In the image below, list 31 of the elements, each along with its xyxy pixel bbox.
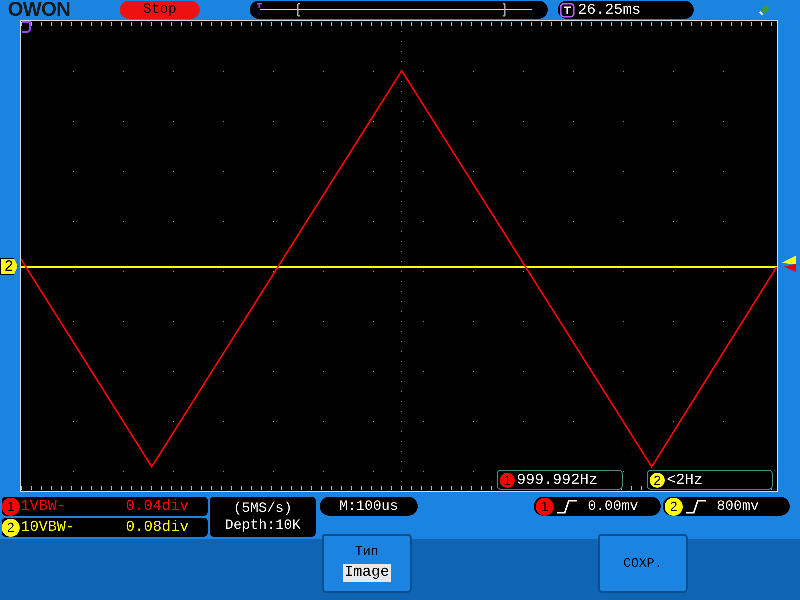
channel-badge: 1 bbox=[536, 498, 554, 516]
rising-edge-icon bbox=[685, 500, 707, 514]
channel-badge: 1 bbox=[2, 498, 20, 516]
memory-depth: Depth:10K bbox=[225, 518, 301, 532]
trigger-time: 26.25ms bbox=[578, 2, 642, 18]
sample-rate: (5MS/s) bbox=[234, 502, 292, 516]
timebase-readout: M:100us bbox=[320, 497, 418, 516]
channel-badge: 2 bbox=[665, 498, 683, 516]
trigger-level: 800mv bbox=[717, 500, 760, 514]
menu-option-label: Тип bbox=[355, 544, 379, 558]
frequency-value: 999.992Hz bbox=[517, 472, 598, 488]
channel-coupling: 1VBW- bbox=[21, 499, 68, 514]
trigger-t-icon bbox=[560, 2, 575, 18]
run-status[interactable]: Stop bbox=[120, 1, 200, 19]
channel-badge: 2 bbox=[650, 472, 665, 488]
channel-badge: 2 bbox=[2, 518, 20, 536]
channel-scale: 0.08div bbox=[126, 520, 190, 535]
save-menu-button[interactable]: СОХР. bbox=[598, 534, 688, 593]
menu-option-value: Image bbox=[343, 564, 390, 582]
frequency-value: <2Hz bbox=[667, 472, 704, 488]
trigger-marker-icon bbox=[21, 21, 33, 33]
trigger-level-arrow-icon bbox=[780, 255, 798, 273]
rising-edge-icon bbox=[556, 500, 578, 514]
brand-logo: OWON bbox=[8, 0, 72, 20]
usb-drive-icon bbox=[758, 3, 772, 17]
channel-coupling: 10VBW- bbox=[21, 520, 76, 535]
trigger-level: 0.00mv bbox=[588, 500, 638, 514]
channel-scale: 0.04div bbox=[126, 499, 190, 514]
channel-level-marker: 2 bbox=[0, 258, 18, 275]
channel-badge: 1 bbox=[500, 472, 515, 488]
menu-option-button[interactable]: Тип Image bbox=[322, 534, 412, 593]
